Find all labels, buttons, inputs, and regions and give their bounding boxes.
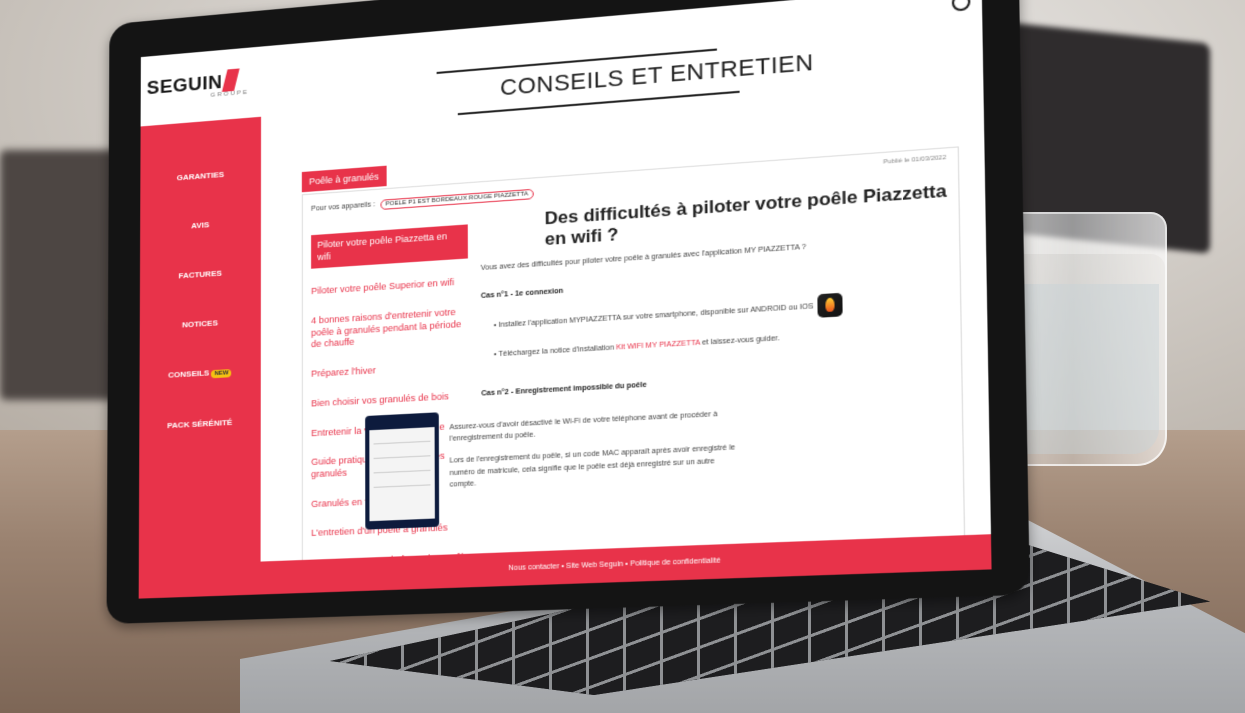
menu-item-superior-wifi[interactable]: Piloter votre poêle Superior en wifi [311, 276, 468, 298]
case-2-text: Assurez-vous d'avoir désactivé le Wi-Fi … [449, 407, 744, 490]
case-2-paragraph-2: Lors de l'enregistrement du poêle, si un… [449, 444, 736, 489]
sidebar-item-notices[interactable]: NOTICES [140, 316, 261, 332]
case-1-bullet-2-post: et laissez-vous guider. [702, 334, 780, 347]
phone-field [373, 473, 431, 488]
phone-field [373, 444, 431, 459]
user-account-icon[interactable] [951, 0, 971, 12]
logo[interactable]: SEGUIN GROUPE [140, 46, 262, 127]
appliance-label: Pour vos appareils : [311, 201, 376, 213]
sidebar-nav: GARANTIES AVIS FACTURES NOTICES CONSEILS… [139, 167, 261, 472]
content-panel: Pour vos appareils : POELE P1 EST BORDEA… [301, 146, 966, 580]
menu-item-piazzetta-wifi[interactable]: Piloter votre poêle Piazzetta en wifi [311, 224, 468, 270]
sidebar: SEGUIN GROUPE GARANTIES AVIS FACTURES NO… [138, 46, 262, 599]
sidebar-item-pack-serenite[interactable]: PACK SÉRÉNITÉ [139, 416, 260, 431]
sidebar-item-conseils[interactable]: CONSEILS NEW [140, 365, 261, 382]
phone-field [373, 430, 431, 445]
case-1-bullet-2-pre: Téléchargez la notice d'installation [498, 344, 615, 359]
wifi-kit-link[interactable]: Kit WIFI MY PIAZZETTA [616, 339, 700, 351]
display: SEGUIN GROUPE GARANTIES AVIS FACTURES NO… [138, 0, 992, 599]
article-menu: Piloter votre poêle Piazzetta en wifi Pi… [311, 224, 469, 598]
sidebar-item-factures[interactable]: FACTURES [140, 266, 261, 283]
piazzetta-app-icon [817, 292, 844, 318]
case-1-bullet-1-text: Installez l'application MYPIAZZETTA sur … [498, 302, 814, 329]
published-date: Publié le 01/03/2022 [883, 154, 947, 166]
main-content: CONSEILS ET ENTRETIEN Poêle à granulés P… [260, 0, 992, 595]
menu-item-preparez-hiver[interactable]: Préparez l'hiver [311, 360, 468, 381]
phone-screen [369, 427, 435, 522]
sidebar-item-garanties[interactable]: GARANTIES [140, 167, 261, 185]
logo-mark-icon [221, 68, 240, 92]
menu-item-4-raisons[interactable]: 4 bonnes raisons d'entretenir votre poêl… [311, 306, 468, 351]
appliance-select[interactable]: POELE P1 EST BORDEAUX ROUGE PIAZZETTA [380, 188, 534, 211]
menu-item-choisir-granules[interactable]: Bien choisir vos granulés de bois [311, 390, 468, 410]
article: Des difficultés à piloter votre poêle Pi… [480, 181, 949, 398]
phone-field [373, 459, 431, 474]
new-badge: NEW [211, 369, 232, 379]
sidebar-item-avis[interactable]: AVIS [140, 216, 261, 234]
sidebar-item-conseils-label: CONSEILS [168, 368, 210, 380]
laptop-screen: SEGUIN GROUPE GARANTIES AVIS FACTURES NO… [106, 0, 1030, 625]
page-title: CONSEILS ET ENTRETIEN [500, 48, 814, 101]
case-2-paragraph-1: Assurez-vous d'avoir désactivé le Wi-Fi … [449, 410, 718, 444]
phone-screenshot [365, 412, 440, 530]
case-2-title: Cas n°2 - Enregistrement impossible du p… [481, 381, 647, 398]
